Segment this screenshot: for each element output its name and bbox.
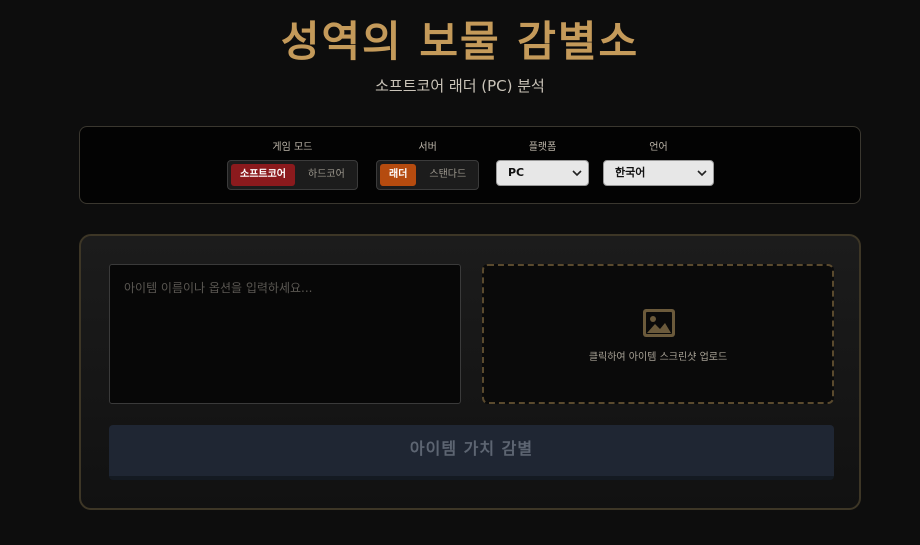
platform-label: 플랫폼 (528, 142, 557, 153)
chevron-down-icon (572, 170, 582, 177)
page: 성역의 보물 감별소 소프트코어 래더 (PC) 분석 게임 모드 소프트코어 … (0, 0, 920, 545)
game-mode-group: 게임 모드 소프트코어 하드코어 (227, 142, 358, 190)
language-select[interactable]: 한국어 (603, 160, 714, 186)
server-ladder-button[interactable]: 래더 (380, 164, 417, 186)
server-group: 서버 래더 스탠다드 (376, 142, 480, 190)
server-toggle: 래더 스탠다드 (376, 160, 480, 190)
language-group: 언어 한국어 (603, 142, 714, 186)
platform-group: 플랫폼 PC (496, 142, 589, 186)
platform-select[interactable]: PC (496, 160, 589, 186)
page-subtitle: 소프트코어 래더 (PC) 분석 (375, 77, 545, 95)
game-mode-label: 게임 모드 (272, 142, 313, 153)
language-select-value: 한국어 (615, 166, 646, 179)
game-mode-toggle: 소프트코어 하드코어 (227, 160, 358, 190)
screenshot-upload-dropzone[interactable]: 클릭하여 아이템 스크린샷 업로드 (482, 264, 834, 404)
language-label: 언어 (649, 142, 668, 153)
game-mode-hardcore-button[interactable]: 하드코어 (299, 164, 354, 186)
item-description-input[interactable]: 아이템 이름이나 옵션을 입력하세요... (109, 264, 461, 404)
game-mode-softcore-button[interactable]: 소프트코어 (231, 164, 295, 186)
appraise-item-button[interactable]: 아이템 가치 감별 (109, 425, 834, 480)
upload-hint-text: 클릭하여 아이템 스크린샷 업로드 (588, 352, 728, 363)
platform-select-value: PC (508, 166, 525, 179)
chevron-down-icon (697, 170, 707, 177)
settings-bar: 게임 모드 소프트코어 하드코어 서버 래더 스탠다드 플랫폼 PC 언어 한국… (79, 126, 861, 204)
image-icon (643, 309, 675, 337)
appraisal-panel: 아이템 이름이나 옵션을 입력하세요... 클릭하여 아이템 스크린샷 업로드 … (79, 234, 861, 510)
server-label: 서버 (418, 142, 437, 153)
server-standard-button[interactable]: 스탠다드 (420, 164, 475, 186)
page-title: 성역의 보물 감별소 (280, 17, 640, 66)
